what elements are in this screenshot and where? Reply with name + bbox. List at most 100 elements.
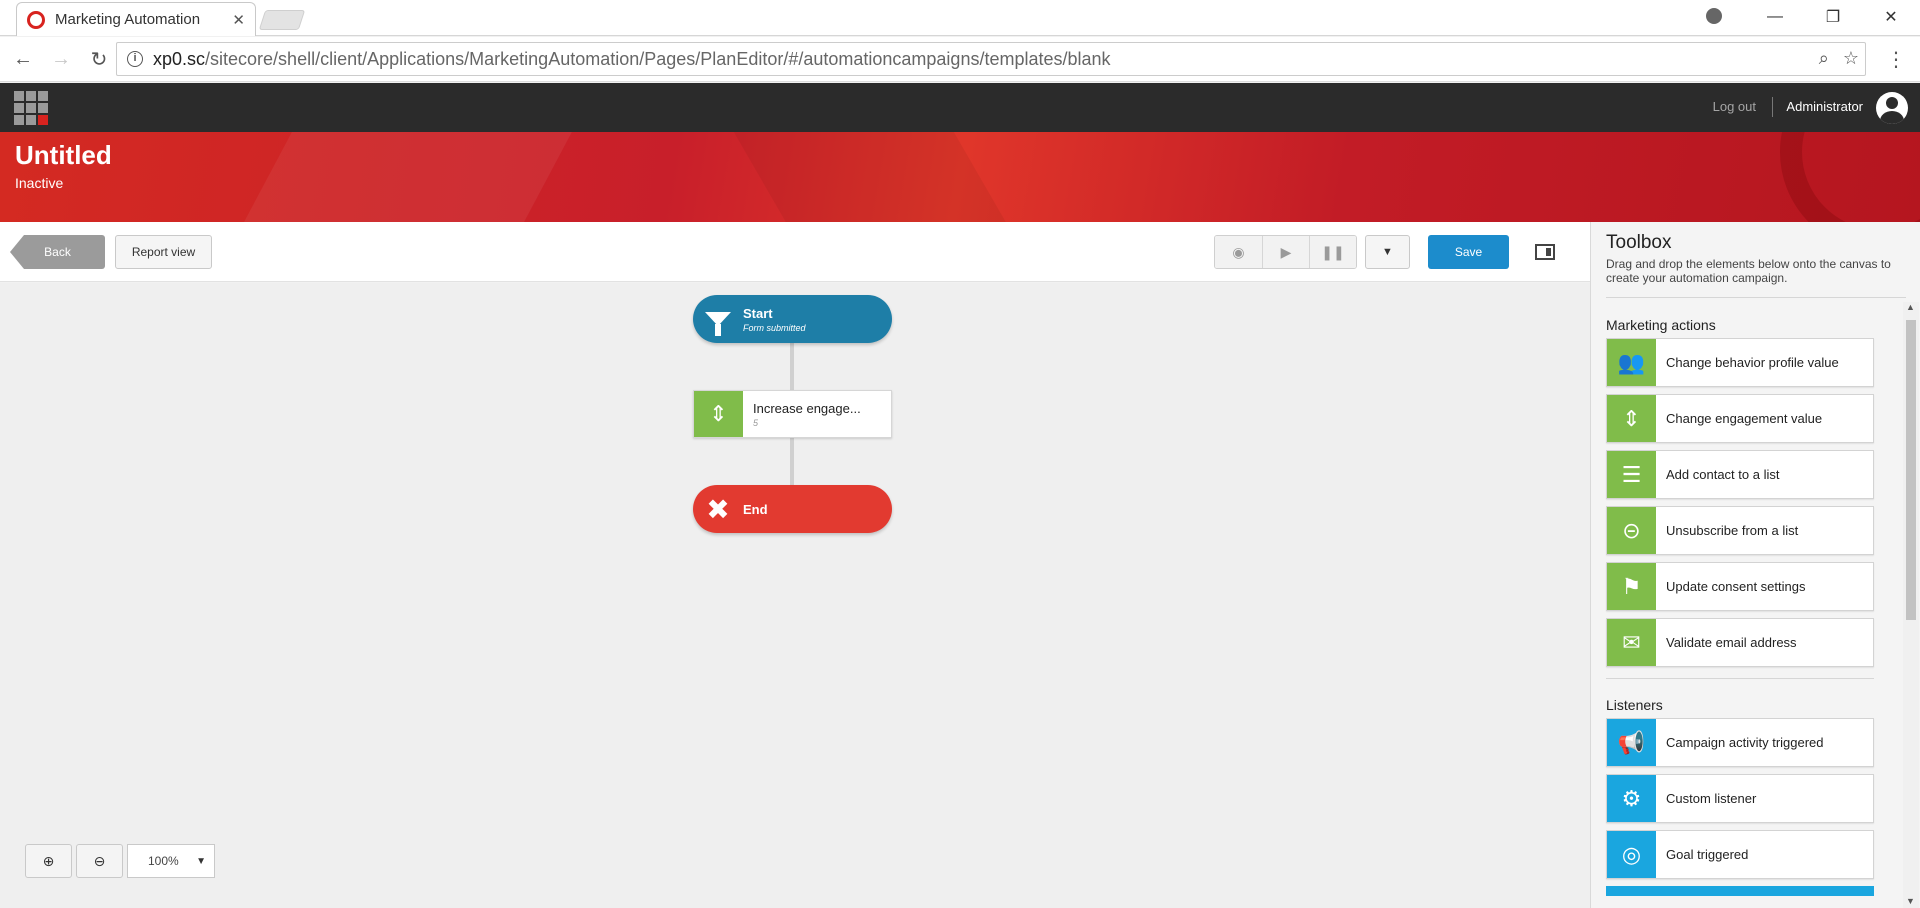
campaign-status: Inactive [15, 175, 64, 191]
toolbox-item-update-consent[interactable]: ⚑ Update consent settings [1606, 562, 1874, 611]
toolbox-description: Drag and drop the elements below onto th… [1606, 257, 1891, 285]
reload-icon[interactable]: ↻ [84, 47, 114, 72]
back-button[interactable]: Back [10, 235, 105, 269]
connector-line [790, 343, 794, 390]
toolbox-item-label: Update consent settings [1666, 579, 1806, 594]
bookmark-star-icon[interactable]: ☆ [1843, 48, 1859, 69]
action-node-value: 5 [753, 417, 759, 428]
user-name[interactable]: Administrator [1786, 99, 1863, 114]
toolbox-item-label: Validate email address [1666, 635, 1797, 650]
toolbox-item-label: Add contact to a list [1666, 467, 1780, 482]
connector-line [790, 438, 794, 485]
app-launcher-icon[interactable] [14, 91, 48, 125]
pause-icon[interactable]: ❚❚ [1309, 236, 1356, 268]
toolbox-item-label: Campaign activity triggered [1666, 735, 1824, 750]
toolbox-item-add-contact-list[interactable]: ☰ Add contact to a list [1606, 450, 1874, 499]
people-icon: 👥 [1607, 339, 1656, 386]
end-node-title: End [743, 501, 768, 517]
forward-arrow-icon[interactable]: → [46, 48, 76, 71]
toolbox-item-change-behavior-profile[interactable]: 👥 Change behavior profile value [1606, 338, 1874, 387]
page-title: Untitled [15, 140, 112, 170]
toolbox-item-custom-listener[interactable]: ⚙ Custom listener [1606, 774, 1874, 823]
section-marketing-actions: Marketing actions [1606, 317, 1716, 333]
toolbox-item-label: Change behavior profile value [1666, 355, 1839, 370]
list-icon: ☰ [1607, 451, 1656, 498]
funnel-icon [693, 312, 743, 336]
chevron-down-icon: ▼ [196, 856, 206, 867]
scroll-up-arrow-icon[interactable]: ▲ [1906, 302, 1915, 312]
zoom-level-select[interactable]: 100% ▼ [127, 844, 215, 878]
sitecore-favicon-icon [27, 10, 45, 29]
scroll-thumb[interactable] [1906, 320, 1916, 620]
close-window-icon[interactable]: ✕ [1862, 7, 1920, 27]
save-button[interactable]: Save [1428, 235, 1509, 269]
target-icon: ◎ [1607, 831, 1656, 878]
start-node-subtitle: Form submitted [743, 322, 806, 333]
back-arrow-icon[interactable]: ← [8, 48, 38, 71]
toggle-toolbox-icon[interactable] [1535, 244, 1555, 260]
toolbox-item-label: Change engagement value [1666, 411, 1823, 426]
toolbox-item-change-engagement[interactable]: ⇕ Change engagement value [1606, 394, 1874, 443]
flag-icon: ⚑ [1607, 563, 1656, 610]
updown-icon: ⇕ [1607, 395, 1656, 442]
end-x-icon: ✖ [706, 493, 730, 525]
section-divider [1606, 678, 1874, 679]
toolbox-panel: Toolbox Drag and drop the elements below… [1590, 222, 1920, 908]
more-options-dropdown[interactable]: ▼ [1365, 235, 1410, 269]
scroll-down-arrow-icon[interactable]: ▼ [1906, 896, 1915, 906]
editor-toolbar: Back Report view ◉ ▶ ❚❚ ▼ Save [0, 222, 1590, 282]
megaphone-icon: 📢 [1607, 719, 1656, 766]
engagement-updown-icon: ⇕ [694, 391, 743, 437]
header-divider [1772, 97, 1773, 117]
toolbox-divider [1606, 297, 1906, 298]
avatar[interactable] [1876, 92, 1908, 124]
browser-menu-icon[interactable]: ⋮ [1886, 47, 1906, 72]
section-listeners: Listeners [1606, 697, 1663, 713]
campaign-canvas[interactable] [0, 283, 1590, 908]
toolbox-item-partial[interactable] [1606, 886, 1874, 896]
browser-tab-bar: Marketing Automation ✕ — ❐ ✕ [0, 0, 1920, 36]
campaign-controls: ◉ ▶ ❚❚ [1214, 235, 1357, 269]
toolbox-item-label: Unsubscribe from a list [1666, 523, 1799, 538]
tab-close-icon[interactable]: ✕ [232, 11, 245, 29]
action-node[interactable]: ⇕ Increase engage... 5 [693, 390, 892, 438]
toolbox-item-label: Goal triggered [1666, 847, 1749, 862]
swirl-decoration [1780, 132, 1920, 222]
site-info-icon[interactable]: i [127, 51, 143, 67]
minimize-icon[interactable]: — [1746, 8, 1804, 26]
profile-icon[interactable] [1706, 8, 1722, 24]
report-view-button[interactable]: Report view [115, 235, 212, 269]
toolbox-item-campaign-activity[interactable]: 📢 Campaign activity triggered [1606, 718, 1874, 767]
action-node-title: Increase engage... [753, 400, 861, 416]
logout-link[interactable]: Log out [1713, 99, 1756, 114]
email-icon: ✉ [1607, 619, 1656, 666]
tab-title: Marketing Automation [55, 11, 201, 28]
toolbox-title: Toolbox [1606, 232, 1672, 253]
toolbox-item-goal-triggered[interactable]: ◎ Goal triggered [1606, 830, 1874, 879]
start-node[interactable]: Start Form submitted [693, 295, 892, 343]
zoom-out-button[interactable]: ⊖ [76, 844, 123, 878]
browser-tab[interactable]: Marketing Automation ✕ [16, 2, 256, 36]
url-field[interactable]: i xp0.sc/sitecore/shell/client/Applicati… [116, 42, 1866, 76]
end-node[interactable]: ✖ End [693, 485, 892, 533]
zoom-icon[interactable]: ⌕ [1819, 48, 1829, 69]
url-host: xp0.sc [153, 48, 206, 69]
window-controls: — ❐ ✕ [1746, 0, 1920, 34]
address-bar: ← → ↻ i xp0.sc/sitecore/shell/client/App… [0, 37, 1920, 82]
zoom-in-button[interactable]: ⊕ [25, 844, 72, 878]
list-remove-icon: ⊝ [1607, 507, 1656, 554]
gear-icon: ⚙ [1607, 775, 1656, 822]
toolbox-scrollbar[interactable]: ▲ ▼ [1903, 302, 1919, 908]
start-node-title: Start [743, 305, 773, 321]
url-path: /sitecore/shell/client/Applications/Mark… [205, 48, 1111, 69]
app-header: Log out Administrator [0, 83, 1920, 132]
activate-play-icon[interactable]: ▶ [1262, 236, 1309, 268]
preview-eye-icon[interactable]: ◉ [1215, 236, 1262, 268]
new-tab-button[interactable] [258, 10, 306, 30]
zoom-level-value: 100% [148, 854, 179, 868]
restore-icon[interactable]: ❐ [1804, 7, 1862, 27]
toolbox-item-validate-email[interactable]: ✉ Validate email address [1606, 618, 1874, 667]
campaign-banner: Untitled Inactive [0, 132, 1920, 222]
toolbox-item-label: Custom listener [1666, 791, 1757, 806]
toolbox-item-unsubscribe-list[interactable]: ⊝ Unsubscribe from a list [1606, 506, 1874, 555]
